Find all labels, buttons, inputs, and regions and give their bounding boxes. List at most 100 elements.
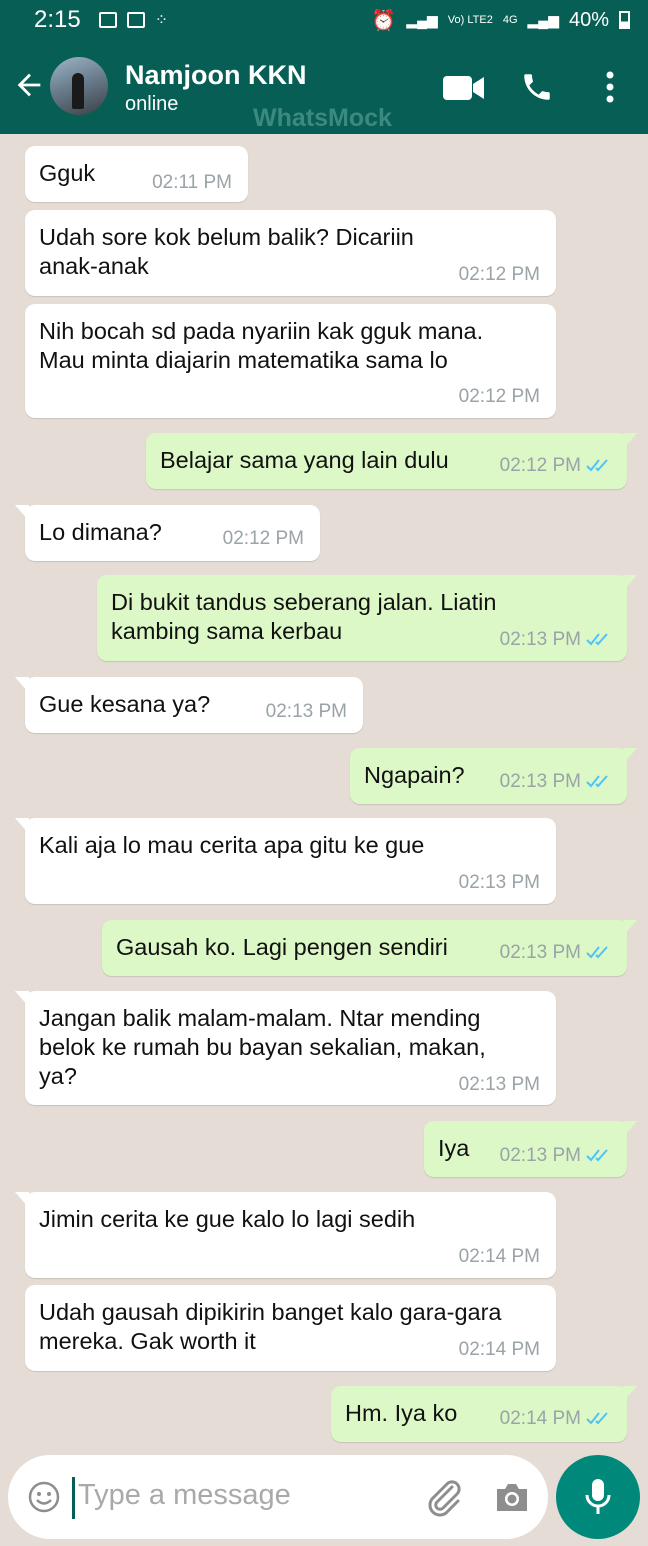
message-text: Gue kesana ya?	[39, 691, 211, 717]
bubble-tail	[15, 505, 29, 521]
message-time: 02:14 PM	[458, 1246, 540, 1267]
dots-notification-icon: ⁘	[154, 12, 169, 29]
mic-button[interactable]	[556, 1455, 640, 1539]
message-time: 02:14 PM	[499, 1408, 581, 1429]
message-text: Gausah ko. Lagi pengen sendiri	[116, 934, 448, 960]
message-incoming[interactable]: Gue kesana ya? 02:13 PM	[15, 677, 363, 733]
read-receipt-icon	[586, 1412, 608, 1425]
message-incoming[interactable]: Udah gausah dipikirin banget kalo gara-g…	[25, 1285, 556, 1371]
more-options-icon[interactable]	[604, 70, 616, 104]
message-input[interactable]: Type a message	[78, 1479, 291, 1512]
message-text: Belajar sama yang lain dulu	[160, 447, 449, 473]
bubble-tail	[623, 1121, 637, 1137]
avatar[interactable]	[50, 57, 108, 115]
bubble-tail	[15, 1192, 29, 1208]
message-text: Iya	[438, 1135, 470, 1161]
message-text: mereka. Gak worth it	[39, 1328, 256, 1354]
message-time: 02:12 PM	[499, 455, 581, 476]
watermark: WhatsMock	[253, 104, 392, 132]
message-text: Udah gausah dipikirin banget kalo gara-g…	[39, 1299, 502, 1325]
message-incoming[interactable]: Kali aja lo mau cerita apa gitu ke gue 0…	[15, 818, 556, 904]
message-text: Nih bocah sd pada nyariin kak gguk mana.	[39, 318, 484, 344]
contact-status: online	[125, 93, 179, 115]
gallery-notification-icon	[98, 12, 117, 28]
message-time: 02:13 PM	[499, 1145, 581, 1166]
message-incoming[interactable]: Jimin cerita ke gue kalo lo lagi sedih 0…	[15, 1192, 556, 1278]
message-time: 02:13 PM	[499, 771, 581, 792]
read-receipt-icon	[586, 633, 608, 646]
message-time: 02:14 PM	[458, 1339, 540, 1360]
message-text: Ngapain?	[364, 762, 465, 788]
alarm-icon: ⏰	[371, 9, 397, 32]
message-outgoing[interactable]: Belajar sama yang lain dulu 02:12 PM	[146, 433, 637, 489]
message-outgoing[interactable]: Ngapain? 02:13 PM	[350, 748, 637, 804]
message-outgoing[interactable]: Iya 02:13 PM	[424, 1121, 637, 1177]
message-time: 02:13 PM	[499, 942, 581, 963]
message-text: Hm. Iya ko	[345, 1400, 458, 1426]
voice-call-icon[interactable]	[520, 70, 554, 104]
message-text: Di bukit tandus seberang jalan. Liatin	[111, 589, 497, 615]
bubble-tail	[623, 1386, 637, 1402]
mic-icon	[585, 1479, 611, 1514]
message-time: 02:13 PM	[265, 701, 347, 722]
message-composer: Type a message	[8, 1455, 548, 1539]
bubble-tail	[623, 433, 637, 449]
message-outgoing[interactable]: Hm. Iya ko 02:14 PM	[331, 1386, 637, 1442]
signal-icon-2: ▂▄▆	[527, 11, 559, 28]
message-incoming[interactable]: Lo dimana? 02:12 PM	[15, 505, 320, 561]
system-icons: ⏰ ▂▄▆ Vo) LTE2 4G ▂▄▆ 40%	[371, 8, 630, 33]
video-call-icon[interactable]	[443, 74, 485, 102]
read-receipt-icon	[586, 775, 608, 788]
status-time: 2:15	[34, 6, 81, 33]
message-time: 02:12 PM	[458, 386, 540, 407]
message-text: anak-anak	[39, 253, 149, 279]
message-time: 02:11 PM	[152, 172, 232, 193]
message-text: Udah sore kok belum balik? Dicariin	[39, 224, 414, 250]
read-receipt-icon	[586, 946, 608, 959]
message-text: ya?	[39, 1063, 77, 1089]
attach-icon[interactable]	[424, 1477, 464, 1517]
notification-icons: ⁘	[98, 10, 169, 30]
message-outgoing[interactable]: Di bukit tandus seberang jalan. Liatin k…	[97, 575, 637, 661]
message-time: 02:13 PM	[458, 872, 540, 893]
message-text: Kali aja lo mau cerita apa gitu ke gue	[39, 832, 425, 858]
message-time: 02:13 PM	[458, 1074, 540, 1095]
battery-icon	[619, 11, 630, 29]
message-incoming[interactable]: Gguk 02:11 PM	[25, 146, 248, 202]
contact-name[interactable]: Namjoon KKN	[125, 60, 307, 91]
message-text: Gguk	[39, 160, 96, 186]
message-text: Jangan balik malam-malam. Ntar mending	[39, 1005, 481, 1031]
message-text: Jimin cerita ke gue kalo lo lagi sedih	[39, 1206, 416, 1232]
message-incoming[interactable]: Jangan balik malam-malam. Ntar mending b…	[15, 991, 556, 1105]
message-incoming[interactable]: Udah sore kok belum balik? Dicariin anak…	[25, 210, 556, 296]
avatar-figure	[72, 73, 84, 109]
message-text: belok ke rumah bu bayan sekalian, makan,	[39, 1034, 486, 1060]
bubble-tail	[15, 677, 29, 693]
bubble-tail	[623, 920, 637, 936]
emoji-icon[interactable]	[28, 1481, 60, 1513]
signal-icon: ▂▄▆	[406, 11, 438, 28]
message-outgoing[interactable]: Gausah ko. Lagi pengen sendiri 02:13 PM	[102, 920, 637, 976]
message-text: Lo dimana?	[39, 519, 162, 545]
read-receipt-icon	[586, 459, 608, 472]
message-time: 02:12 PM	[458, 264, 540, 285]
back-arrow-icon[interactable]	[12, 68, 46, 102]
chat-area[interactable]: Gguk 02:11 PM Udah sore kok belum balik?…	[0, 134, 648, 1454]
camera-icon[interactable]	[494, 1481, 530, 1513]
bubble-tail	[15, 991, 29, 1007]
network-label: Vo) LTE2	[447, 14, 493, 26]
network-4g-label: 4G	[502, 14, 518, 26]
message-text: Mau minta diajarin matematika sama lo	[39, 347, 448, 373]
message-time: 02:12 PM	[222, 528, 304, 549]
text-caret	[72, 1477, 75, 1519]
message-time: 02:13 PM	[499, 629, 581, 650]
app-notification-icon	[126, 12, 145, 28]
battery-level: 40%	[568, 8, 609, 31]
bubble-tail	[623, 748, 637, 764]
status-bar: 2:15 ⁘ ⏰ ▂▄▆ Vo) LTE2 4G ▂▄▆ 40%	[0, 0, 648, 40]
chat-header: Namjoon KKN online WhatsMock	[0, 40, 648, 134]
bubble-tail	[623, 575, 637, 591]
read-receipt-icon	[586, 1149, 608, 1162]
bubble-tail	[15, 818, 29, 834]
message-incoming[interactable]: Nih bocah sd pada nyariin kak gguk mana.…	[25, 304, 556, 418]
